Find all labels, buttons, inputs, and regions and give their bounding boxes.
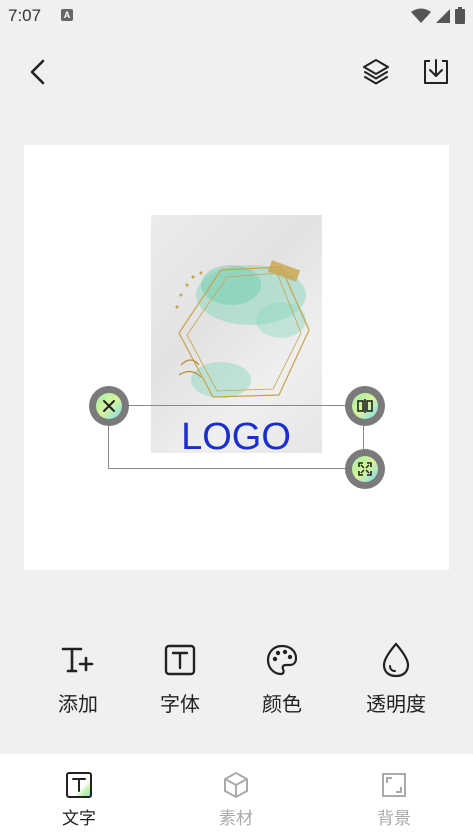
text-tab-icon bbox=[66, 772, 92, 798]
notification-icon: A bbox=[61, 9, 73, 21]
tool-label-font: 字体 bbox=[160, 692, 200, 716]
layers-icon bbox=[363, 59, 389, 85]
opacity-tool[interactable]: 透明度 bbox=[356, 640, 436, 720]
font-box-icon bbox=[164, 644, 196, 676]
palette-icon bbox=[266, 644, 298, 676]
battery-icon bbox=[455, 7, 465, 24]
resize-handle[interactable] bbox=[345, 449, 385, 489]
wifi-icon bbox=[411, 8, 431, 23]
tab-material[interactable]: 素材 bbox=[196, 770, 276, 829]
signal-icon bbox=[436, 8, 450, 23]
download-icon bbox=[424, 59, 448, 84]
tool-label-add: 添加 bbox=[58, 692, 98, 716]
chevron-left-icon bbox=[30, 59, 45, 85]
tab-text-label: 文字 bbox=[62, 809, 96, 829]
tool-label-color: 颜色 bbox=[262, 692, 302, 716]
delete-handle[interactable] bbox=[89, 386, 129, 426]
design-canvas[interactable] bbox=[24, 145, 449, 570]
status-bar: 7:07 A bbox=[0, 0, 473, 32]
opacity-drop-icon bbox=[382, 642, 410, 678]
cube-icon bbox=[224, 772, 248, 798]
download-button[interactable] bbox=[418, 54, 454, 90]
flip-icon bbox=[357, 399, 373, 413]
status-time: 7:07 bbox=[8, 6, 42, 25]
close-icon bbox=[103, 400, 115, 412]
tab-material-label: 素材 bbox=[219, 809, 253, 829]
back-button[interactable] bbox=[20, 54, 56, 90]
layers-button[interactable] bbox=[358, 54, 394, 90]
tab-background-label: 背景 bbox=[377, 809, 411, 829]
tool-label-opacity: 透明度 bbox=[366, 692, 426, 716]
bottom-nav: 文字 素材 背景 bbox=[0, 754, 473, 840]
selection-box[interactable] bbox=[108, 405, 364, 469]
background-icon bbox=[382, 773, 406, 797]
font-tool[interactable]: 字体 bbox=[140, 640, 220, 720]
flip-handle[interactable] bbox=[345, 386, 385, 426]
add-text-tool[interactable]: 添加 bbox=[38, 640, 118, 720]
color-tool[interactable]: 颜色 bbox=[242, 640, 322, 720]
text-add-icon bbox=[61, 647, 94, 673]
tab-text[interactable]: 文字 bbox=[39, 770, 119, 829]
status-icons bbox=[411, 7, 465, 24]
expand-icon bbox=[358, 462, 372, 476]
tab-background[interactable]: 背景 bbox=[354, 770, 434, 829]
